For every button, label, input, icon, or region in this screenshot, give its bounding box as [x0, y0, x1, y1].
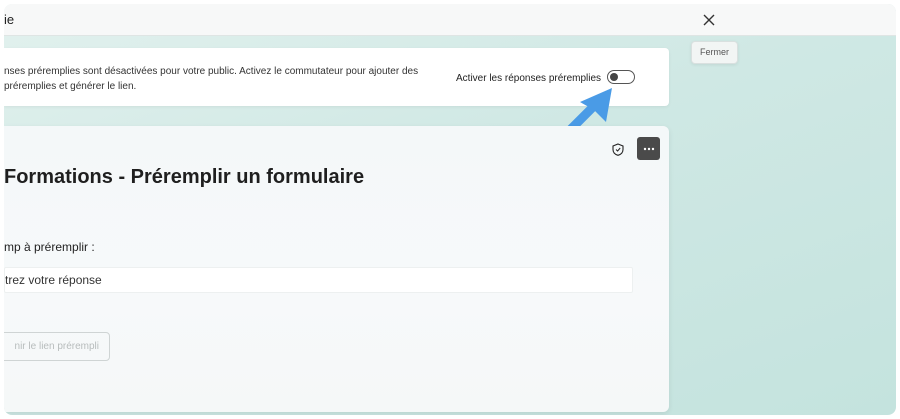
banner-message: nses préremplies sont désactivées pour v… [4, 64, 424, 94]
answer-input[interactable]: trez votre réponse [4, 267, 633, 293]
more-options-button[interactable] [637, 137, 660, 160]
banner-message-line-1: nses préremplies sont désactivées pour v… [4, 66, 419, 77]
close-tooltip: Fermer [691, 41, 738, 64]
prefill-window: ie Fermer nses préremplies sont désactiv… [4, 4, 896, 415]
close-icon [703, 14, 715, 26]
get-prefilled-link-button[interactable]: nir le lien prérempli [4, 332, 110, 361]
shield-button[interactable] [607, 138, 629, 160]
get-link-label: nir le lien prérempli [14, 341, 99, 352]
question-label: mp à préremplir : [4, 240, 95, 254]
close-button[interactable] [695, 6, 723, 34]
answer-placeholder: trez votre réponse [5, 273, 102, 287]
form-title: Formations - Préremplir un formulaire [4, 166, 365, 188]
toggle-knob [610, 73, 618, 81]
form-card: Formations - Préremplir un formulaire mp… [4, 126, 669, 412]
window-title: ie [4, 12, 15, 27]
banner-message-line-2: préremplies et générer le lien. [4, 81, 137, 92]
more-icon [643, 147, 654, 150]
title-bar: ie [4, 4, 896, 36]
shield-icon [612, 142, 624, 156]
